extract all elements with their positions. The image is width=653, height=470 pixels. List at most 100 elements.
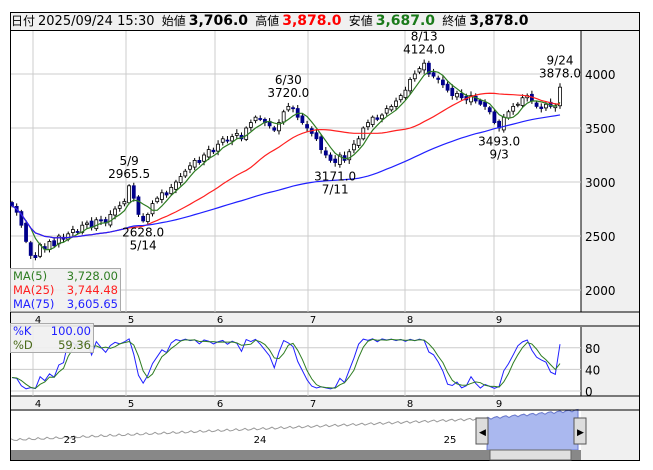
- annotation-date: 7/11: [322, 183, 349, 197]
- candle: [145, 213, 150, 222]
- candle: [478, 99, 483, 105]
- annotation-date: 9/24: [547, 53, 574, 67]
- candle: [506, 111, 511, 119]
- candle: [286, 106, 291, 111]
- candle: [47, 240, 52, 251]
- candle: [220, 138, 225, 143]
- candle: [33, 255, 38, 259]
- annotation-date: 8/13: [411, 30, 438, 44]
- candle: [459, 93, 464, 99]
- candle: [178, 176, 183, 184]
- candle: [366, 122, 370, 128]
- candle: [94, 219, 99, 230]
- scrollbar-thumb[interactable]: [489, 449, 572, 461]
- candle: [352, 143, 356, 151]
- price-tick-label: 4000: [585, 68, 616, 82]
- candle: [436, 77, 441, 80]
- year-label: 24: [254, 435, 267, 446]
- candle: [455, 93, 459, 98]
- candle: [389, 106, 394, 111]
- stoch-plot-area: [11, 327, 581, 396]
- candle: [300, 115, 305, 123]
- candle: [113, 208, 117, 216]
- month-label: 5: [128, 399, 134, 410]
- annotation-date: 5/9: [119, 154, 138, 168]
- candle: [85, 222, 89, 225]
- candle: [492, 111, 497, 124]
- price-tick-label: 2000: [585, 284, 616, 298]
- annotation-value: 3720.0: [267, 86, 309, 100]
- month-label: 6: [217, 315, 223, 326]
- candle: [253, 116, 258, 122]
- candle: [159, 192, 164, 200]
- chevron-right-icon: ▶: [577, 428, 584, 438]
- candle: [431, 72, 436, 77]
- ma-legend: MA(5) 3,728.00 MA(25) 3,744.48 MA(75) 3,605…: [10, 268, 121, 312]
- candle: [356, 138, 361, 146]
- annotation-value: 3878.0: [539, 66, 581, 80]
- candle: [408, 79, 413, 92]
- candle: [539, 106, 544, 109]
- price-tick-label: 3500: [585, 122, 616, 136]
- stoch-tick-label: 0: [585, 385, 593, 399]
- annotation-value: 2628.0: [122, 226, 164, 240]
- k-value: 100.00: [50, 324, 91, 338]
- annotation-date: 9/3: [489, 148, 508, 162]
- chevron-left-icon: ◀: [479, 428, 486, 438]
- candle: [384, 108, 389, 114]
- candle: [122, 201, 127, 205]
- candle: [417, 68, 422, 73]
- candle: [216, 143, 220, 152]
- candle: [202, 154, 206, 162]
- price-tick-label: 2500: [585, 230, 616, 244]
- candle: [375, 117, 380, 120]
- month-label: 5: [128, 315, 134, 326]
- candle: [183, 170, 188, 177]
- candle: [127, 185, 131, 204]
- month-label: 7: [310, 399, 316, 410]
- candle: [75, 231, 80, 233]
- month-label: 8: [407, 399, 413, 410]
- month-label: 6: [217, 399, 223, 410]
- candle: [544, 103, 548, 109]
- candle: [225, 139, 230, 142]
- candle: [487, 107, 492, 113]
- candle: [258, 118, 263, 120]
- candle: [291, 107, 295, 110]
- chart-canvas[interactable]: 20002500300035004000040804455667788995/9…: [0, 0, 653, 470]
- candle: [520, 97, 525, 106]
- candle: [398, 95, 403, 101]
- ma75-value: 3,605.65: [66, 297, 118, 311]
- candle: [234, 132, 239, 136]
- candle: [70, 229, 75, 233]
- candle: [197, 159, 202, 163]
- stoch-tick-label: 40: [585, 363, 600, 377]
- d-value: 59.36: [58, 338, 91, 352]
- candle: [248, 122, 253, 128]
- month-label: 9: [496, 399, 502, 410]
- candle: [281, 111, 286, 123]
- month-label: 8: [407, 315, 413, 326]
- candle: [319, 136, 324, 151]
- month-label: 9: [496, 315, 502, 326]
- candle: [192, 159, 197, 168]
- candle: [370, 116, 375, 125]
- annotation-date: 5/14: [130, 239, 157, 253]
- candle: [483, 101, 487, 107]
- candle: [403, 89, 408, 98]
- candle: [169, 186, 174, 195]
- ma75-label: MA(75): [13, 297, 55, 311]
- annotation-value: 4124.0: [403, 43, 445, 57]
- candle: [511, 106, 516, 112]
- candle: [450, 87, 455, 96]
- year-label: 23: [64, 435, 77, 446]
- candle: [174, 181, 178, 190]
- month-label: 4: [35, 399, 41, 410]
- candle: [211, 149, 216, 153]
- candle: [323, 150, 328, 156]
- candle: [244, 127, 249, 140]
- annotation-value: 3171.0: [314, 170, 356, 184]
- candle: [150, 203, 155, 215]
- annotation-value: 2965.5: [108, 167, 150, 181]
- candle: [501, 116, 506, 131]
